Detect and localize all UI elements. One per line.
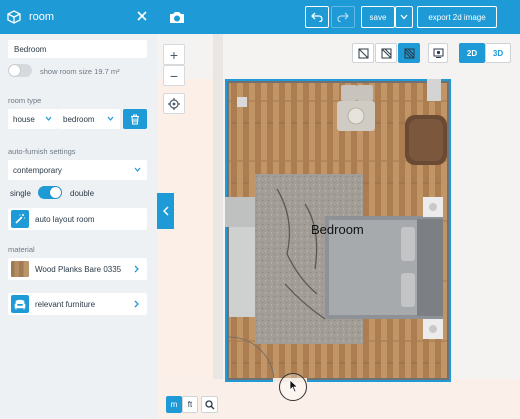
room-settings-panel: Bedroom show room size 19.7 m² room type… [0, 34, 157, 419]
material-selector[interactable]: Wood Planks Bare 0335 [8, 258, 147, 280]
material-value: Wood Planks Bare 0335 [35, 264, 122, 274]
room-category-select[interactable]: house [8, 109, 58, 129]
room-name-input[interactable]: Bedroom [8, 40, 147, 58]
undo-icon [311, 12, 323, 22]
room-name-value: Bedroom [14, 45, 47, 54]
room-category-value: house [13, 114, 35, 124]
show-room-size-toggle[interactable] [8, 64, 32, 77]
unit-feet-button[interactable]: ft [182, 396, 198, 413]
redo-icon [337, 12, 349, 22]
room-label[interactable]: Bedroom [311, 222, 364, 237]
view-option-3-button[interactable] [398, 43, 420, 63]
outline-view-icon [381, 48, 391, 58]
armchair-icon [11, 295, 29, 313]
magic-wand-icon [11, 210, 29, 228]
armchair-left [341, 85, 357, 101]
pillow-bottom [401, 273, 415, 307]
floorplan-canvas[interactable]: Bedroom + − 2D 3D [157, 34, 520, 419]
zoom-in-button[interactable]: + [163, 44, 185, 65]
zoom-out-button[interactable]: − [163, 65, 185, 86]
room-type-select[interactable]: bedroom [58, 109, 120, 129]
panel-title: room [29, 11, 55, 23]
material-label: material [8, 245, 35, 254]
measure-magnifier-icon [204, 399, 214, 409]
screen-settings-icon [433, 48, 443, 58]
save-button[interactable]: save [361, 6, 395, 28]
room-type-value: bedroom [63, 114, 95, 124]
pillow-top [401, 227, 415, 261]
recenter-button[interactable] [163, 93, 185, 114]
armchair-right [357, 85, 373, 101]
room-type-label: room type [8, 96, 42, 105]
show-room-size-label: show room size 19.7 m² [40, 67, 120, 76]
double-bed-label: double [70, 189, 95, 198]
collapse-panel-button[interactable] [157, 193, 174, 229]
chevron-down-icon [107, 116, 114, 121]
unit-meters-button[interactable]: m [166, 396, 182, 413]
delete-room-button[interactable] [123, 109, 147, 129]
chevron-down-icon [400, 14, 408, 20]
panel-header: room [0, 0, 157, 34]
redo-button[interactable] [331, 6, 355, 28]
textured-view-icon [404, 48, 414, 58]
chevron-right-icon [134, 300, 139, 308]
plant [347, 107, 365, 125]
auto-layout-room-label: auto layout room [35, 214, 95, 224]
floor-lamp [427, 79, 441, 101]
trash-icon [131, 113, 139, 125]
mouse-pointer-icon [289, 379, 299, 393]
plan-view-icon [358, 48, 368, 58]
dresser [225, 197, 257, 227]
chevron-left-icon [162, 206, 169, 216]
view-option-1-button[interactable] [352, 43, 374, 63]
relevant-furniture-button[interactable]: relevant furniture [8, 293, 147, 315]
main-toolbar: save export 2d image [157, 0, 520, 34]
target-icon [168, 97, 180, 110]
wood-texture-swatch [11, 261, 29, 277]
auto-furnish-label: auto-furnish settings [8, 147, 76, 156]
measure-button[interactable] [201, 396, 218, 413]
camera-icon[interactable] [169, 10, 185, 24]
close-icon[interactable] [136, 10, 148, 22]
single-bed-label: single [10, 189, 31, 198]
view-2d-button[interactable]: 2D [459, 43, 485, 63]
export-2d-image-button[interactable]: export 2d image [417, 6, 497, 28]
settings-view-button[interactable] [428, 43, 448, 63]
view-3d-button[interactable]: 3D [485, 43, 511, 63]
auto-layout-room-button[interactable]: auto layout room [8, 208, 147, 230]
bed-headboard [417, 219, 443, 316]
view-option-2-button[interactable] [375, 43, 397, 63]
chevron-down-icon [45, 116, 52, 121]
wall-light [237, 97, 247, 107]
save-options-dropdown[interactable] [395, 6, 413, 28]
furnish-style-select[interactable]: contemporary [8, 160, 147, 180]
chevron-down-icon [134, 167, 141, 172]
undo-button[interactable] [305, 6, 329, 28]
furnish-style-value: contemporary [13, 165, 62, 175]
room-cube-icon [7, 10, 21, 24]
relevant-furniture-label: relevant furniture [35, 299, 96, 309]
chevron-right-icon [134, 265, 139, 273]
bed-size-toggle[interactable] [38, 186, 62, 199]
adjacent-wall-left [213, 34, 223, 419]
